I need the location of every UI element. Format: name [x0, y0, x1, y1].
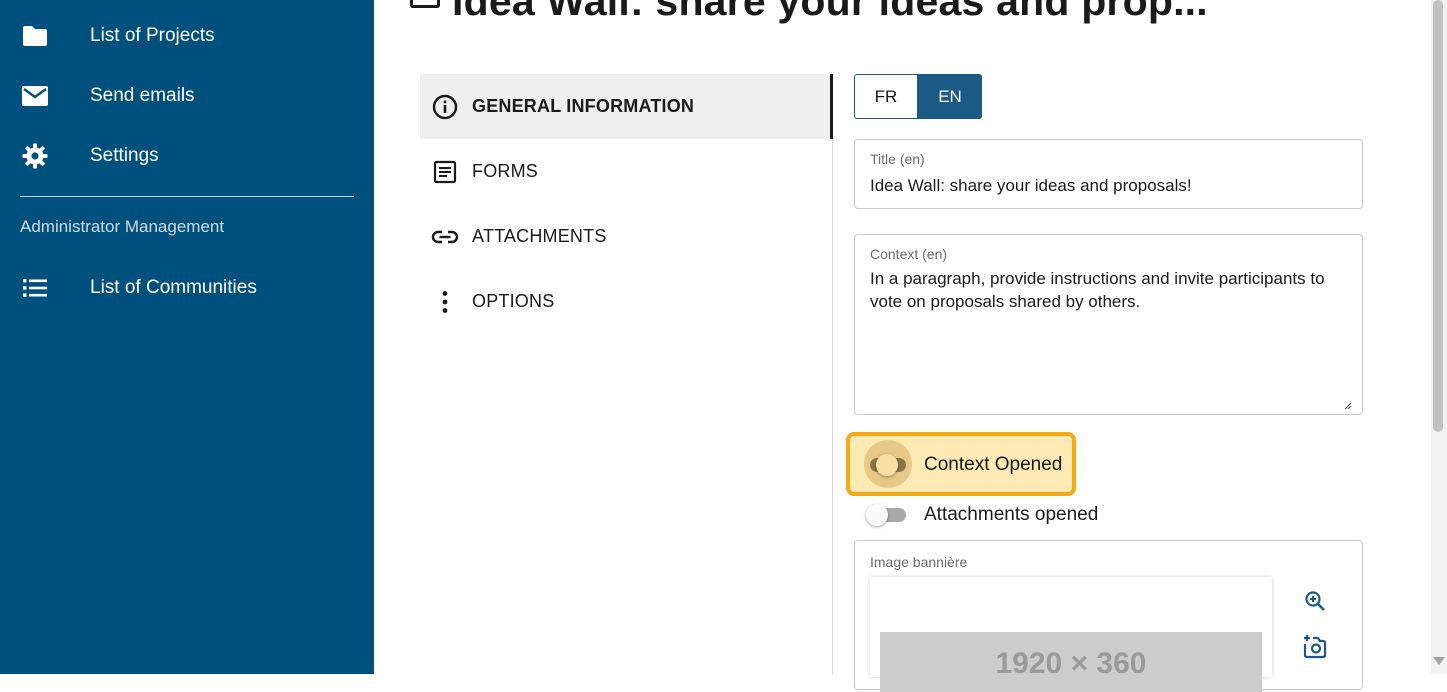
attachments-opened-switch[interactable]: [866, 504, 910, 526]
context-opened-label: Context Opened: [924, 454, 1063, 475]
context-field[interactable]: Context (en) In a paragraph, provide ins…: [854, 234, 1363, 415]
switch-thumb: [876, 454, 898, 476]
info-icon: [431, 93, 459, 121]
tab-label: ATTACHMENTS: [472, 226, 607, 246]
gear-icon: [21, 142, 49, 170]
sidebar-item-label: Settings: [90, 145, 159, 166]
tab-options[interactable]: OPTIONS: [420, 269, 832, 334]
banner-image-label: Image bannière: [870, 554, 968, 570]
sidebar-divider: [20, 196, 354, 197]
sidebar-item-list-of-projects[interactable]: List of Projects: [0, 14, 374, 58]
lang-en-button[interactable]: EN: [918, 74, 982, 119]
sidebar: List of Projects Send emails Settings Ad…: [0, 0, 374, 674]
scroll-down-arrow-icon[interactable]: [1433, 657, 1445, 665]
tab-attachments[interactable]: ATTACHMENTS: [420, 204, 832, 269]
sidebar-item-label: Send emails: [90, 85, 195, 106]
sidebar-item-send-emails[interactable]: Send emails: [0, 74, 374, 118]
title-field-label: Title (en): [870, 151, 925, 167]
more-vert-icon: [431, 288, 459, 316]
tab-label: FORMS: [472, 161, 538, 181]
sidebar-item-label: List of Projects: [90, 25, 215, 46]
sidebar-item-label: List of Communities: [90, 277, 257, 298]
page-title: Idea Wall: share your ideas and prop...: [452, 0, 1208, 24]
add-photo-icon[interactable]: [1301, 632, 1329, 660]
context-opened-switch[interactable]: [866, 454, 910, 476]
attachments-opened-label: Attachments opened: [924, 504, 1099, 525]
sidebar-item-list-of-communities[interactable]: List of Communities: [0, 266, 374, 310]
tab-label: OPTIONS: [472, 291, 555, 311]
mail-icon: [21, 82, 49, 110]
context-field-label: Context (en): [870, 246, 948, 262]
active-tab-indicator: [830, 74, 833, 139]
language-toggle: FR EN: [854, 74, 982, 119]
context-field-value[interactable]: In a paragraph, provide instructions and…: [870, 267, 1350, 313]
zoom-in-icon[interactable]: [1301, 587, 1329, 615]
tab-forms[interactable]: FORMS: [420, 139, 832, 204]
list-icon: [21, 274, 49, 302]
tabs-divider: [832, 74, 833, 674]
banner-placeholder: 1920 × 360: [880, 632, 1262, 692]
link-icon: [431, 223, 459, 251]
title-icon: [410, 0, 440, 8]
sidebar-item-settings[interactable]: Settings: [0, 134, 374, 178]
folder-icon: [21, 22, 49, 50]
resize-handle-icon[interactable]: [1342, 400, 1352, 410]
form-icon: [431, 158, 459, 186]
scrollbar-thumb[interactable]: [1433, 0, 1443, 432]
tab-general-information[interactable]: GENERAL INFORMATION: [420, 74, 832, 139]
lang-fr-button[interactable]: FR: [854, 74, 918, 119]
tab-label: GENERAL INFORMATION: [472, 96, 695, 116]
title-field-value[interactable]: Idea Wall: share your ideas and proposal…: [870, 174, 1350, 197]
switch-thumb: [866, 504, 888, 526]
sidebar-section-label: Administrator Management: [20, 217, 225, 236]
title-field[interactable]: Title (en) Idea Wall: share your ideas a…: [854, 139, 1363, 209]
